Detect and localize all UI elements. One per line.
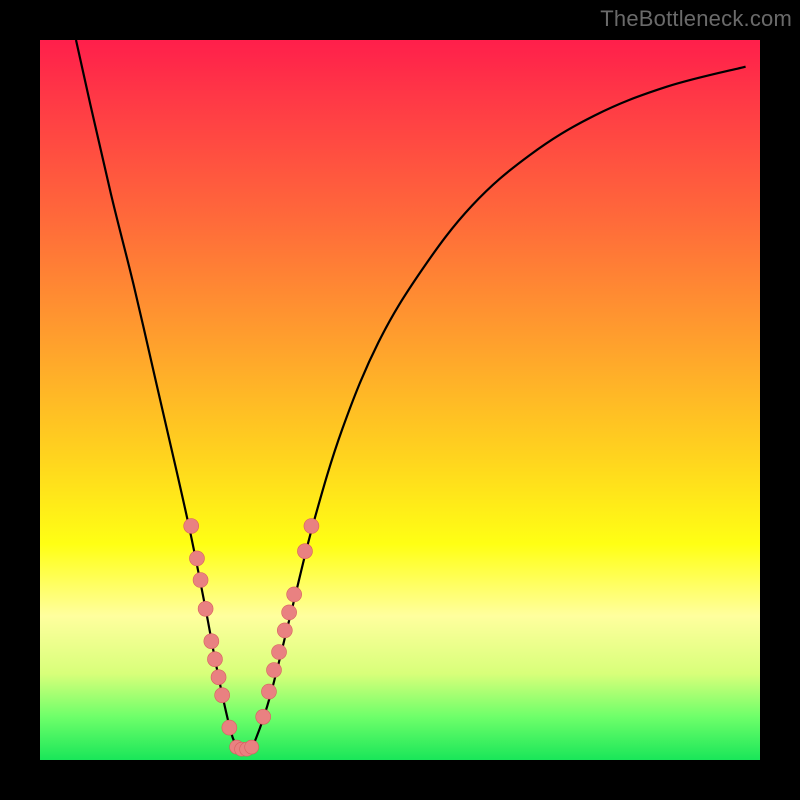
points-bottom xyxy=(230,740,259,756)
points-right xyxy=(256,519,319,725)
data-point xyxy=(193,573,208,588)
data-point xyxy=(267,663,282,678)
data-point xyxy=(189,551,204,566)
data-point xyxy=(198,601,213,616)
data-point xyxy=(222,720,237,735)
data-point xyxy=(256,709,271,724)
data-point xyxy=(282,605,297,620)
data-point xyxy=(287,587,302,602)
data-point xyxy=(204,634,219,649)
bottleneck-curve xyxy=(76,40,746,750)
data-point xyxy=(211,670,226,685)
data-point xyxy=(215,688,230,703)
data-point xyxy=(297,544,312,559)
chart-svg xyxy=(40,40,760,760)
data-point xyxy=(272,645,287,660)
data-point xyxy=(277,623,292,638)
points-left xyxy=(184,519,237,736)
plot-area xyxy=(40,40,760,760)
watermark-text: TheBottleneck.com xyxy=(600,6,792,32)
data-point xyxy=(261,684,276,699)
data-point xyxy=(207,652,222,667)
data-point xyxy=(304,519,319,534)
chart-frame: TheBottleneck.com xyxy=(0,0,800,800)
data-point xyxy=(245,740,259,754)
data-point xyxy=(184,519,199,534)
